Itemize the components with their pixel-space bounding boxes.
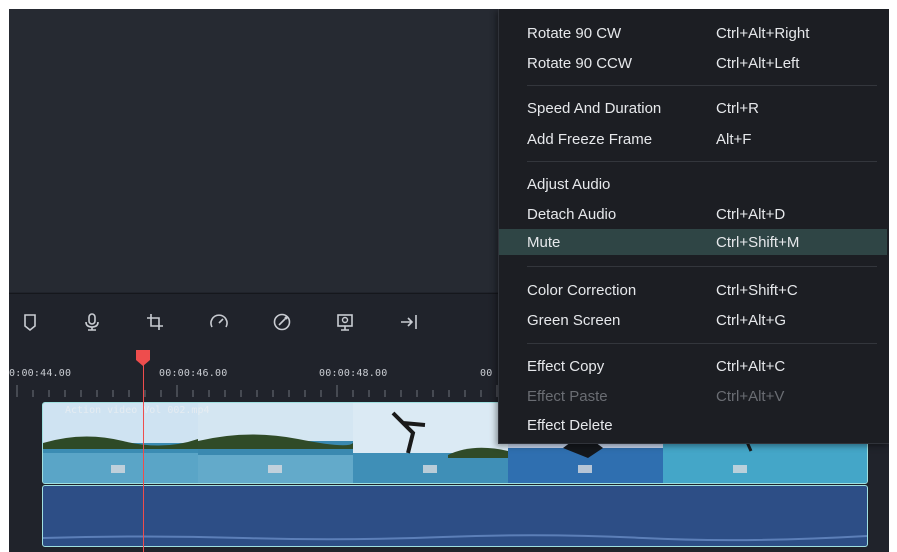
menu-item-shortcut: Ctrl+Shift+C: [716, 282, 798, 299]
menu-item-shortcut: Ctrl+Shift+M: [716, 234, 800, 251]
menu-item-shortcut: Ctrl+R: [716, 100, 759, 117]
menu-item-shortcut: Ctrl+Alt+G: [716, 312, 787, 329]
menu-item-adjust-audio[interactable]: Adjust Audio: [499, 171, 887, 197]
video-editor: 0:00:44.00 00:00:46.00 00:00:48.00 00 Ac…: [9, 9, 889, 552]
menu-item-shortcut: Ctrl+Alt+C: [716, 358, 786, 375]
menu-separator: [527, 161, 877, 162]
snapshot-icon: [337, 314, 353, 331]
marker-button[interactable]: [16, 308, 44, 336]
menu-item-effect-paste: Effect Paste Ctrl+Alt+V: [499, 383, 887, 409]
menu-item-speed-duration[interactable]: Speed And Duration Ctrl+R: [499, 95, 887, 121]
menu-item-green-screen[interactable]: Green Screen Ctrl+Alt+G: [499, 307, 887, 333]
menu-separator: [527, 343, 877, 344]
microphone-icon: [85, 313, 99, 331]
menu-item-effect-delete[interactable]: Effect Delete: [499, 412, 887, 438]
timecode-label: 00: [480, 368, 493, 379]
menu-item-shortcut: Alt+F: [716, 131, 752, 148]
audio-clip[interactable]: [42, 485, 868, 547]
audio-waveform: [43, 534, 867, 542]
clip-thumbnail: [353, 403, 508, 483]
menu-item-label: Rotate 90 CCW: [527, 55, 633, 72]
menu-item-rotate-cw[interactable]: Rotate 90 CW Ctrl+Alt+Right: [499, 20, 887, 46]
menu-item-shortcut: Ctrl+Alt+V: [716, 388, 785, 405]
menu-item-label: Green Screen: [527, 312, 621, 329]
timecode-label: 0:00:44.00: [9, 368, 72, 379]
timecode-label: 00:00:46.00: [159, 368, 228, 379]
playhead-line: [143, 363, 144, 552]
menu-item-shortcut: Ctrl+Alt+Right: [716, 25, 810, 42]
clip-thumbnail: [198, 403, 353, 483]
menu-item-label: Adjust Audio: [527, 176, 611, 193]
clip-title: Action video Vol 002.mp4: [65, 405, 210, 416]
menu-item-label: Detach Audio: [527, 206, 617, 223]
export-button[interactable]: [395, 308, 423, 336]
menu-item-label: Effect Copy: [527, 358, 605, 375]
menu-item-label: Mute: [527, 234, 561, 251]
menu-item-label: Effect Delete: [527, 417, 613, 434]
context-menu: Rotate 90 CW Ctrl+Alt+Right Rotate 90 CC…: [498, 9, 889, 444]
menu-item-label: Color Correction: [527, 282, 637, 299]
speed-icon: [210, 314, 228, 328]
menu-item-freeze-frame[interactable]: Add Freeze Frame Alt+F: [499, 126, 887, 152]
menu-item-label: Speed And Duration: [527, 100, 662, 117]
menu-item-label: Effect Paste: [527, 388, 608, 405]
snapshot-button[interactable]: [331, 308, 359, 336]
menu-item-shortcut: Ctrl+Alt+D: [716, 206, 786, 223]
menu-separator: [527, 266, 877, 267]
color-button[interactable]: [268, 308, 296, 336]
menu-item-color-correction[interactable]: Color Correction Ctrl+Shift+C: [499, 277, 887, 303]
menu-item-effect-copy[interactable]: Effect Copy Ctrl+Alt+C: [499, 353, 887, 379]
menu-separator: [527, 85, 877, 86]
menu-item-detach-audio[interactable]: Detach Audio Ctrl+Alt+D: [499, 201, 887, 227]
crop-icon: [147, 314, 163, 330]
crop-button[interactable]: [141, 308, 169, 336]
menu-item-rotate-ccw[interactable]: Rotate 90 CCW Ctrl+Alt+Left: [499, 50, 887, 76]
menu-item-mute[interactable]: Mute Ctrl+Shift+M: [499, 229, 887, 255]
color-icon: [273, 313, 291, 331]
menu-item-label: Add Freeze Frame: [527, 131, 653, 148]
marker-icon: [24, 314, 36, 332]
export-icon: [401, 315, 417, 329]
menu-item-shortcut: Ctrl+Alt+Left: [716, 55, 800, 72]
voiceover-button[interactable]: [78, 308, 106, 336]
speed-button[interactable]: [205, 308, 233, 336]
timecode-label: 00:00:48.00: [319, 368, 388, 379]
menu-item-label: Rotate 90 CW: [527, 25, 622, 42]
